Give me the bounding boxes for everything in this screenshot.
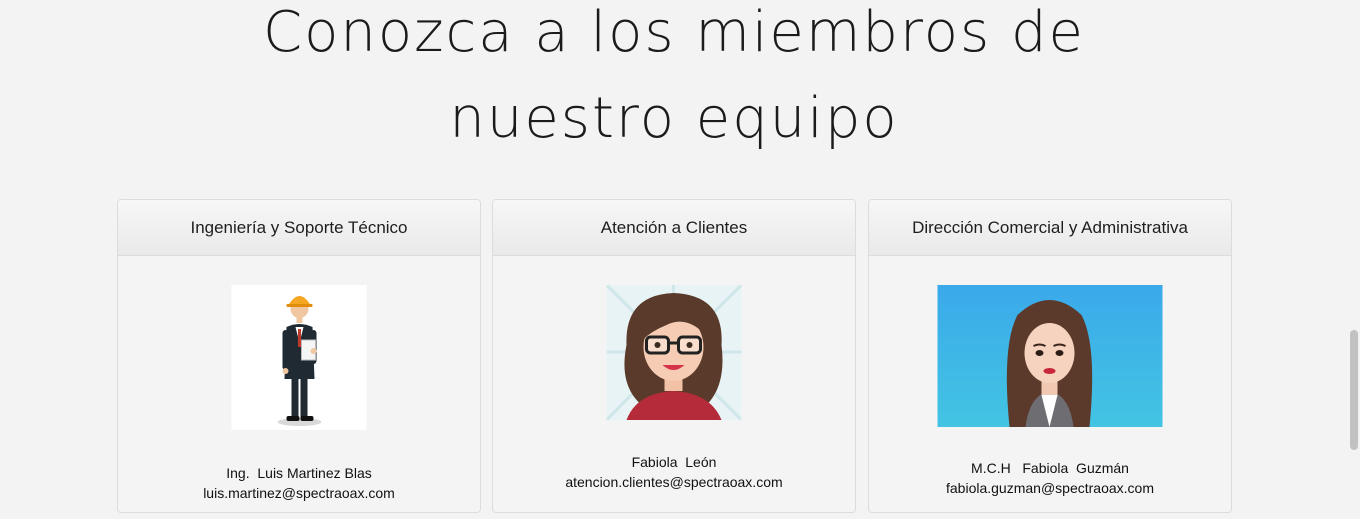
team-card-customer-service: Atención a Clientes Fabiola León atencio…: [492, 199, 856, 513]
team-section: Conozca a los miembros de nuestro equipo…: [0, 0, 1360, 519]
member-email: fabiola.guzman@spectraoax.com: [946, 480, 1154, 496]
card-header: Ingeniería y Soporte Técnico: [118, 200, 480, 256]
scrollbar-thumb[interactable]: [1350, 330, 1358, 450]
card-body: Fabiola León atencion.clientes@spectraoa…: [493, 256, 855, 512]
woman-glasses-avatar-icon: [606, 285, 742, 420]
team-card-management: Dirección Comercial y Administrativa M.C…: [868, 199, 1232, 513]
card-body: Ing. Luis Martinez Blas luis.martinez@sp…: [118, 256, 480, 512]
card-header: Dirección Comercial y Administrativa: [869, 200, 1231, 256]
member-email: luis.martinez@spectraoax.com: [203, 485, 395, 501]
scrollbar[interactable]: [1348, 0, 1360, 519]
card-body: M.C.H Fabiola Guzmán fabiola.guzman@spec…: [869, 256, 1231, 512]
member-info: M.C.H Fabiola Guzmán fabiola.guzman@spec…: [869, 458, 1231, 498]
member-name: Fabiola León: [631, 454, 717, 470]
member-info: Ing. Luis Martinez Blas luis.martinez@sp…: [118, 463, 480, 503]
card-header: Atención a Clientes: [493, 200, 855, 256]
page-title: Conozca a los miembros de nuestro equipo: [0, 0, 1348, 162]
title-line-1: Conozca a los miembros de: [262, 0, 1086, 65]
title-line-2: nuestro equipo: [449, 86, 899, 151]
member-info: Fabiola León atencion.clientes@spectraoa…: [493, 452, 855, 492]
engineer-avatar-icon: [231, 285, 367, 430]
member-name: Ing. Luis Martinez Blas: [226, 465, 372, 481]
member-name: M.C.H Fabiola Guzmán: [971, 460, 1129, 476]
woman-avatar-icon: [937, 285, 1163, 427]
member-email: atencion.clientes@spectraoax.com: [565, 474, 783, 490]
team-card-engineering: Ingeniería y Soporte Técnico Ing. Luis M…: [117, 199, 481, 513]
